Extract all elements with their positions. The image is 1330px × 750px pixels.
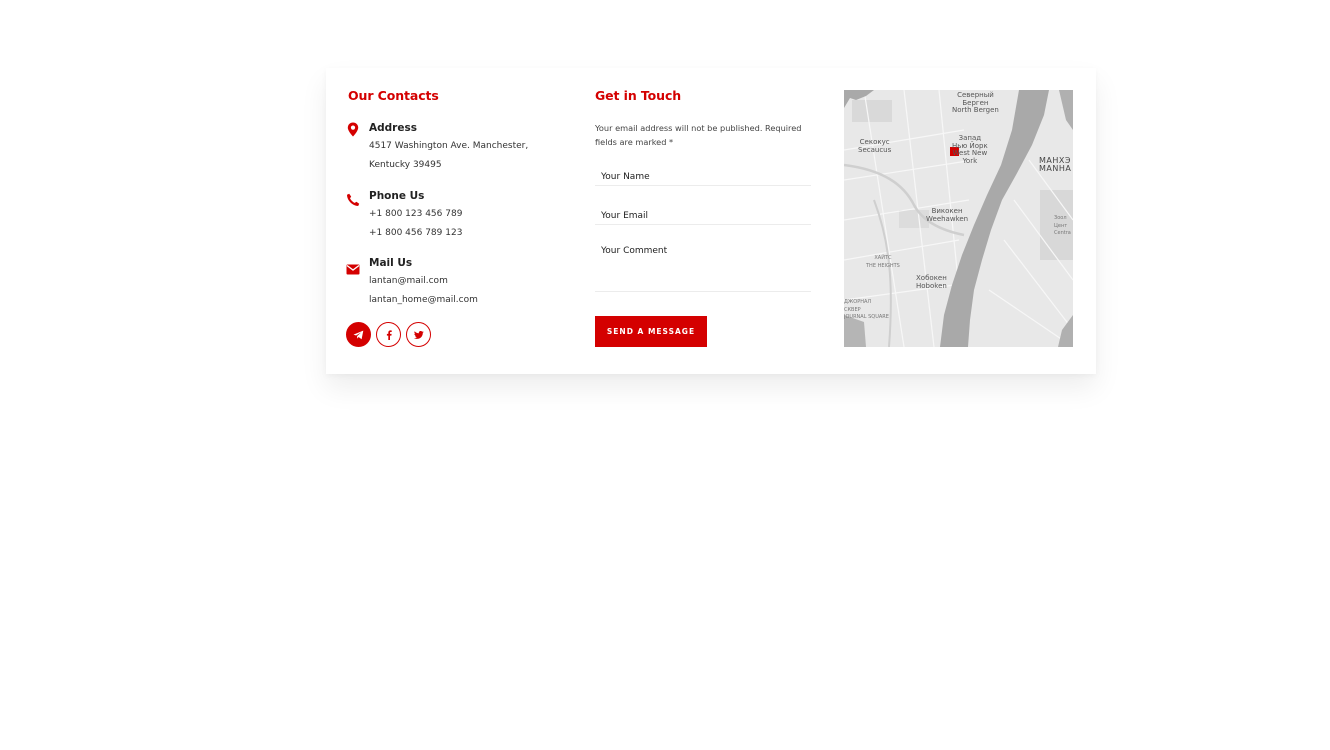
telegram-icon [353, 330, 364, 339]
name-field-wrap [595, 164, 811, 187]
telegram-link[interactable] [346, 322, 371, 347]
address-heading: Address [369, 122, 417, 134]
contact-card: Our Contacts Address 4517 Washington Ave… [326, 68, 1096, 374]
map-label-secaucus: Секокус Secaucus [858, 138, 892, 154]
map-label-heights: ХАЙТС THE HEIGHTS [866, 255, 900, 269]
address-block: Address 4517 Washington Ave. Manchester,… [346, 122, 566, 172]
contacts-title: Our Contacts [348, 88, 439, 103]
phone-heading: Phone Us [369, 190, 425, 202]
address-line-2: Kentucky 39495 [369, 160, 442, 170]
map-label-weehawken: Викокен Weehawken [926, 207, 969, 223]
comment-textarea[interactable] [595, 242, 811, 290]
email-field-wrap [595, 203, 811, 226]
mail-line-1[interactable]: lantan@mail.com [369, 276, 448, 286]
map-label-hoboken: Хобокен Hoboken [916, 274, 947, 290]
address-line-1: 4517 Washington Ave. Manchester, [369, 141, 529, 151]
facebook-icon [386, 329, 392, 340]
map-label-west-new-york: Запад Нью Йорк West New York [952, 134, 988, 165]
email-input[interactable] [595, 206, 811, 226]
mail-block: Mail Us lantan@mail.com lantan_home@mail… [346, 257, 566, 307]
mail-line-2[interactable]: lantan_home@mail.com [369, 295, 478, 305]
map-label-journal-square: ДЖОРНАЛ СКВЕР JOURNAL SQUARE [844, 299, 889, 320]
twitter-link[interactable] [406, 322, 431, 347]
phone-line-2[interactable]: +1 800 456 789 123 [369, 228, 462, 238]
twitter-icon [413, 330, 424, 339]
phone-block: Phone Us +1 800 123 456 789 +1 800 456 7… [346, 190, 566, 240]
map-pin-icon [346, 122, 360, 137]
phone-line-1[interactable]: +1 800 123 456 789 [369, 209, 462, 219]
mail-heading: Mail Us [369, 257, 413, 269]
map-label-manhattan: МАНХЭ MANHA [1039, 156, 1072, 173]
form-title: Get in Touch [595, 88, 682, 103]
facebook-link[interactable] [376, 322, 401, 347]
send-message-button[interactable]: SEND A MESSAGE [595, 316, 707, 347]
phone-icon [346, 192, 360, 206]
form-note: Your email address will not be published… [595, 123, 802, 147]
name-input[interactable] [595, 167, 811, 187]
comment-field-wrap [595, 242, 811, 292]
map[interactable]: Северный Берген North Bergen Секокус Sec… [844, 90, 1073, 347]
map-label-zoo: Зоол Цент Centra [1054, 215, 1071, 236]
map-label-north-bergen: Северный Берген North Bergen [952, 91, 999, 114]
envelope-icon [346, 260, 360, 275]
